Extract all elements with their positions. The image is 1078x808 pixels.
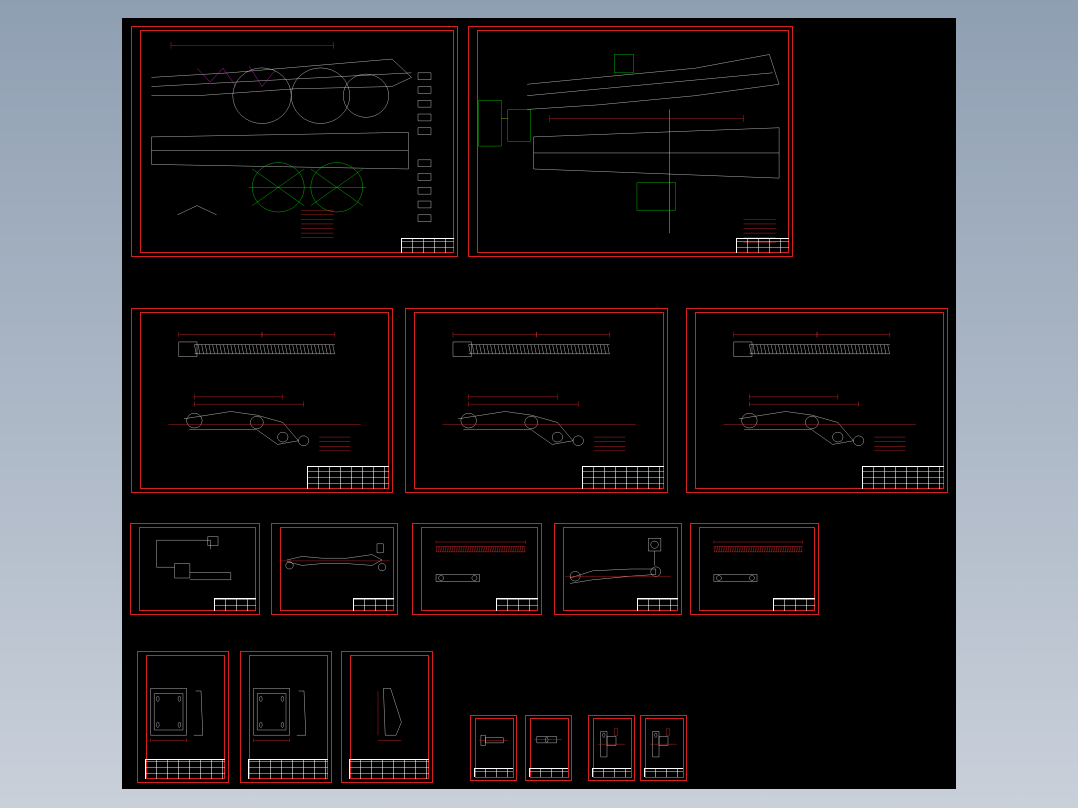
title-block [528, 768, 568, 777]
rod-and-lever-drawing [132, 309, 392, 492]
title-block [582, 466, 664, 489]
title-block [214, 598, 256, 611]
title-block [401, 238, 454, 253]
drawing-sheet-part-d[interactable] [554, 523, 682, 615]
title-block [496, 598, 538, 611]
title-block [353, 598, 394, 611]
title-block [144, 758, 225, 779]
drawing-sheet-part-e[interactable] [690, 523, 819, 615]
drawing-sheet-small-2[interactable] [525, 715, 572, 781]
assembly-chassis-drawing [132, 27, 457, 256]
drawing-sheet-plate-1[interactable] [137, 651, 229, 783]
title-block [736, 238, 789, 253]
drawing-sheet-part-b[interactable] [271, 523, 398, 615]
title-block [862, 466, 944, 489]
drawing-sheet-small-1[interactable] [470, 715, 517, 781]
drawing-sheet-lever-3[interactable] [686, 308, 948, 493]
drawing-sheet-assembly-1[interactable] [131, 26, 458, 257]
drawing-sheet-lever-2[interactable] [405, 308, 668, 493]
drawing-sheet-plate-2[interactable] [240, 651, 332, 783]
drawing-sheet-assembly-2[interactable] [468, 26, 793, 257]
title-block [773, 598, 815, 611]
drawing-sheet-small-4[interactable] [640, 715, 687, 781]
title-block [348, 758, 429, 779]
drawing-sheet-part-c[interactable] [412, 523, 542, 615]
drawing-sheet-lever-1[interactable] [131, 308, 393, 493]
rod-and-lever-drawing [687, 309, 947, 492]
cad-model-space[interactable] [122, 18, 956, 789]
title-block [473, 768, 513, 777]
drawing-sheet-plate-3[interactable] [341, 651, 433, 783]
drawing-sheet-part-a[interactable] [130, 523, 260, 615]
title-block [591, 768, 631, 777]
title-block [307, 466, 389, 489]
title-block [247, 758, 328, 779]
title-block [643, 768, 683, 777]
assembly-frame-drawing [469, 27, 792, 256]
drawing-sheet-small-3[interactable] [588, 715, 635, 781]
title-block [636, 598, 678, 611]
rod-and-lever-drawing [406, 309, 667, 492]
